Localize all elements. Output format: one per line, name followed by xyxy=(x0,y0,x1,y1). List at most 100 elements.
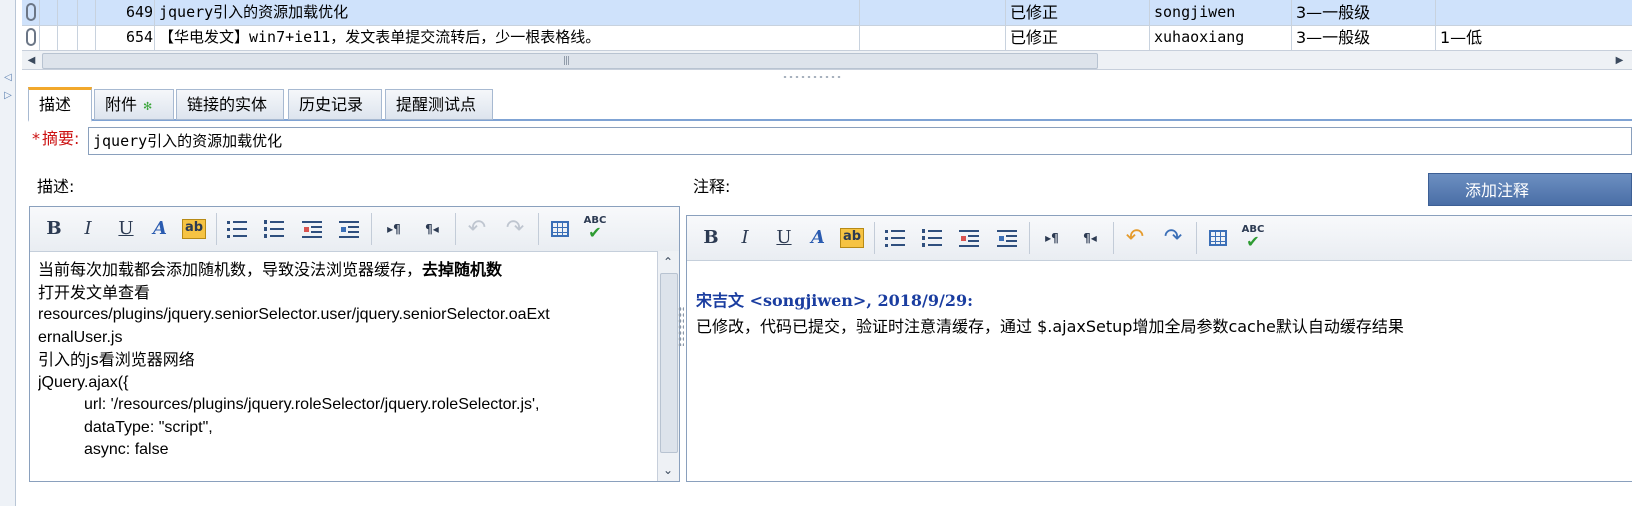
editor-splitter-grip-icon[interactable] xyxy=(678,306,684,346)
description-line: 打开发文单查看 xyxy=(38,282,151,302)
flag-cell xyxy=(58,25,78,50)
flag-cell xyxy=(78,0,96,25)
note-author-header: 宋吉文 <songjiwen>, 2018/9/29: xyxy=(696,291,974,310)
table-row[interactable]: 654 【华电发文】win7+ie11，发文表单提交流转后，少一根表格线。 已修… xyxy=(22,25,1632,51)
empty-cell xyxy=(860,25,1006,50)
description-label: 描述: xyxy=(37,177,75,196)
underline-button[interactable]: U xyxy=(770,224,798,252)
description-content[interactable]: 当前每次加载都会添加随机数，导致没法浏览器缓存，去掉随机数 打开发文单查看 re… xyxy=(38,259,653,475)
table-icon xyxy=(1209,230,1227,246)
font-color-button[interactable]: A xyxy=(804,224,832,252)
description-line: ernalUser.js xyxy=(38,328,123,346)
scrollbar-thumb[interactable] xyxy=(660,273,678,453)
italic-button[interactable]: I xyxy=(74,215,102,243)
italic-button[interactable]: I xyxy=(731,224,759,252)
highlight-button[interactable]: ab xyxy=(182,219,206,239)
notes-editor[interactable]: B I U A ab ▸¶ ¶◂ ↶ ↷ ABC ✔ 宋吉文 <songjiwen… xyxy=(686,215,1632,482)
bold-button[interactable]: B xyxy=(697,224,725,252)
undo-button[interactable]: ↶ xyxy=(1121,224,1149,252)
toolbar-separator xyxy=(371,213,372,245)
table-row[interactable]: 649 jquery引入的资源加载优化 已修正 songjiwen 3—一般级 xyxy=(22,0,1632,26)
toolbar-separator xyxy=(1029,222,1030,254)
attachment-cell xyxy=(22,25,40,50)
expand-right-icon[interactable]: ▷ xyxy=(3,90,13,101)
redo-button[interactable]: ↷ xyxy=(501,215,529,243)
pane-splitter[interactable] xyxy=(22,73,1632,87)
indent-button[interactable] xyxy=(993,224,1021,252)
toolbar-separator xyxy=(874,222,875,254)
bullet-list-button[interactable] xyxy=(881,224,909,252)
flag-cell xyxy=(40,25,58,50)
font-color-button[interactable]: A xyxy=(146,215,174,243)
description-line: async: false xyxy=(84,441,169,458)
description-line: resources/plugins/jquery.seniorSelector.… xyxy=(38,306,550,323)
highlight-button[interactable]: ab xyxy=(840,228,864,248)
empty-cell xyxy=(860,0,1006,25)
add-note-button[interactable]: 添加注释 xyxy=(1428,173,1632,206)
numbered-list-icon xyxy=(264,220,284,238)
attachment-cell xyxy=(22,0,40,25)
toolbar-separator xyxy=(1113,222,1114,254)
toolbar-separator xyxy=(216,213,217,245)
table-button[interactable] xyxy=(546,215,574,243)
id-cell: 654 xyxy=(96,25,155,50)
notes-content[interactable]: 宋吉文 <songjiwen>, 2018/9/29: 已修改，代码已提交，验证… xyxy=(696,288,1632,340)
scrollbar-thumb[interactable]: ||| xyxy=(42,53,1098,69)
underline-button[interactable]: U xyxy=(112,215,140,243)
bullet-list-icon xyxy=(227,220,247,238)
bold-button[interactable]: B xyxy=(40,215,68,243)
notes-label: 注释: xyxy=(693,177,731,196)
redo-button[interactable]: ↷ xyxy=(1159,224,1187,252)
tab-linked-entities[interactable]: 链接的实体 xyxy=(176,89,284,120)
summary-input[interactable]: jquery引入的资源加载优化 xyxy=(88,127,1632,155)
description-line: 引入的js看浏览器网络 xyxy=(38,350,195,369)
notes-toolbar: B I U A ab ▸¶ ¶◂ ↶ ↷ ABC ✔ xyxy=(687,216,1632,261)
status-cell: 已修正 xyxy=(1006,25,1150,50)
id-cell: 649 xyxy=(96,0,155,25)
spellcheck-button[interactable]: ABC ✔ xyxy=(1239,224,1267,252)
horizontal-scrollbar[interactable]: ◀ ||| ▶ xyxy=(22,50,1632,70)
table-button[interactable] xyxy=(1204,224,1232,252)
severity-cell: 3—一般级 xyxy=(1292,25,1436,50)
description-line: jQuery.ajax({ xyxy=(38,373,129,391)
numbered-list-button[interactable] xyxy=(260,215,288,243)
outdent-icon xyxy=(959,229,979,247)
undo-button[interactable]: ↶ xyxy=(463,215,491,243)
outdent-button[interactable] xyxy=(955,224,983,252)
spellcheck-button[interactable]: ABC ✔ xyxy=(581,215,609,243)
flag-cell xyxy=(58,0,78,25)
scroll-left-icon[interactable]: ◀ xyxy=(23,52,40,69)
attachment-badge-icon: ✻ xyxy=(143,100,153,113)
description-line: 当前每次加载都会添加随机数，导致没法浏览器缓存，去掉随机数 xyxy=(38,260,503,279)
description-line: dataType: "script", xyxy=(84,418,213,436)
vertical-scrollbar[interactable]: ⌃ ⌄ xyxy=(657,251,679,481)
tab-description[interactable]: 描述 xyxy=(28,87,92,122)
rtl-button[interactable]: ¶◂ xyxy=(418,215,446,243)
tab-history[interactable]: 历史记录 xyxy=(288,89,382,120)
toolbar-separator xyxy=(1196,222,1197,254)
required-marker: * xyxy=(32,129,40,148)
toolbar-separator xyxy=(455,213,456,245)
scroll-right-icon[interactable]: ▶ xyxy=(1611,52,1628,69)
tab-attachments[interactable]: 附件 ✻ xyxy=(94,89,174,120)
note-text: 已修改，代码已提交，验证时注意清缓存，通过 $.ajaxSetup增加全局参数c… xyxy=(696,317,1404,336)
scroll-down-icon[interactable]: ⌄ xyxy=(658,461,678,479)
table-icon xyxy=(551,221,569,237)
numbered-list-button[interactable] xyxy=(918,224,946,252)
indent-icon xyxy=(339,220,359,238)
title-cell: 【华电发文】win7+ie11，发文表单提交流转后，少一根表格线。 xyxy=(155,25,860,50)
description-editor[interactable]: B I U A ab ▸¶ ¶◂ ↶ ↷ ABC ✔ 当前每次加载都会添加随机数，… xyxy=(29,206,680,482)
outdent-button[interactable] xyxy=(298,215,326,243)
scroll-up-icon[interactable]: ⌃ xyxy=(658,253,678,271)
ltr-button[interactable]: ▸¶ xyxy=(1038,224,1066,252)
ltr-button[interactable]: ▸¶ xyxy=(380,215,408,243)
rtl-button[interactable]: ¶◂ xyxy=(1076,224,1104,252)
title-cell: jquery引入的资源加载优化 xyxy=(155,0,860,25)
grip-icon: ||| xyxy=(563,56,570,66)
tab-reminder-test-points[interactable]: 提醒测试点 xyxy=(385,89,493,120)
numbered-list-icon xyxy=(922,229,942,247)
collapse-left-icon[interactable]: ◁ xyxy=(3,72,13,83)
attachment-icon xyxy=(26,28,36,46)
indent-button[interactable] xyxy=(335,215,363,243)
bullet-list-button[interactable] xyxy=(223,215,251,243)
